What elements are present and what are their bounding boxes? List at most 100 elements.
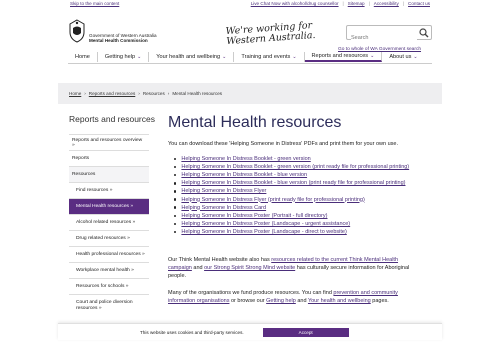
breadcrumb-home[interactable]: Home <box>69 91 81 96</box>
breadcrumb-separator: › <box>167 91 170 96</box>
list-item: Helping Someone In Distress Booklet - gr… <box>174 155 409 163</box>
paragraph-text: or browse our <box>229 298 267 304</box>
paragraph-text: pages. <box>370 298 389 304</box>
sidebar-item-court-police-diversion[interactable]: Court and police diversion resources » <box>69 294 149 316</box>
sidebar-item-reports[interactable]: Reports <box>69 150 149 166</box>
accessibility-link[interactable]: Accessibility <box>374 1 399 6</box>
sidebar-item-overview[interactable]: Reports and resources overview » <box>69 134 149 150</box>
utility-links: Live Chat Now with alcohol/drug counsell… <box>251 1 430 6</box>
resource-link[interactable]: Helping Someone In Distress Flyer <box>181 188 266 194</box>
getting-help-link[interactable]: Getting help <box>266 298 296 304</box>
sitemap-link[interactable]: Sitemap <box>348 1 365 6</box>
nav-label: Your health and wellbeing <box>156 54 221 60</box>
resource-link[interactable]: Helping Someone In Distress Booklet - bl… <box>181 180 405 186</box>
list-item: Helping Someone In Distress Flyer <box>174 187 409 195</box>
sidebar-item-mental-health-resources[interactable]: Mental Health resources » <box>69 198 149 214</box>
bullet-icon <box>174 190 177 193</box>
chevron-down-icon: ⌄ <box>370 53 375 59</box>
resource-link[interactable]: Helping Someone In Distress Booklet - bl… <box>181 172 307 178</box>
breadcrumb-resources[interactable]: Resources <box>143 91 165 96</box>
strong-spirit-strong-mind-link[interactable]: our Strong Spirit Strong Mind website <box>204 265 295 271</box>
cookie-banner: This website uses cookies and third-part… <box>58 323 442 340</box>
logo-text: Government of Western Australia Mental H… <box>89 33 157 43</box>
wa-crest-logo-icon[interactable] <box>68 19 86 43</box>
list-item: Helping Someone In Distress Booklet - bl… <box>174 179 409 187</box>
breadcrumb-reports-resources[interactable]: Reports and resources <box>89 91 135 96</box>
resource-link[interactable]: Helping Someone In Distress Booklet - gr… <box>181 156 310 162</box>
sidebar-item-workplace-mental-health[interactable]: Workplace mental health » <box>69 262 149 278</box>
list-item: Helping Someone In Distress Card <box>174 204 409 212</box>
page-title: Mental Health resources <box>168 114 342 131</box>
accept-cookies-button[interactable]: Accept <box>262 327 349 337</box>
resource-link[interactable]: Helping Someone In Distress Poster (Land… <box>181 229 346 235</box>
logo-line-commission: Mental Health Commission <box>89 38 148 44</box>
chevron-down-icon: ⌄ <box>222 54 227 60</box>
nav-label: Reports and resources <box>311 53 369 59</box>
separator: | <box>342 1 344 6</box>
paragraph-text: and <box>191 265 205 271</box>
breadcrumb: Home › Reports and resources › Resources… <box>69 91 222 96</box>
nav-item-getting-help[interactable]: Getting help ⌄ <box>98 52 150 62</box>
paragraph-text: and <box>295 298 308 304</box>
separator: | <box>368 1 370 6</box>
nav-label: Home <box>75 54 90 60</box>
organisations-paragraph: Many of the organisations we fund produc… <box>168 289 436 305</box>
live-chat-link[interactable]: Live Chat Now with alcohol/drug counsell… <box>251 1 339 6</box>
tagline: We're working for Western Australia. <box>225 20 315 47</box>
breadcrumb-separator: › <box>138 91 140 96</box>
nav-item-training-events[interactable]: Training and events ⌄ <box>234 52 305 62</box>
search-icon[interactable] <box>419 28 429 38</box>
sidebar-title: Reports and resources <box>69 114 155 124</box>
nav-item-about-us[interactable]: About us ⌄ <box>382 52 424 62</box>
resource-link[interactable]: Helping Someone In Distress Card <box>181 205 266 211</box>
breadcrumb-separator: › <box>84 91 86 96</box>
sidebar-item-drug-resources[interactable]: Drug related resources » <box>69 230 149 246</box>
resource-link[interactable]: Helping Someone In Distress Booklet - gr… <box>181 164 409 170</box>
separator: | <box>402 1 405 6</box>
paragraph-text: Many of the organisations we fund produc… <box>168 290 334 296</box>
sidebar-item-alcohol-resources[interactable]: Alcohol related resources » <box>69 214 149 230</box>
chevron-down-icon: ⌄ <box>413 54 418 60</box>
resource-list: Helping Someone In Distress Booklet - gr… <box>174 155 409 236</box>
link-text: campaign <box>168 265 192 271</box>
content-panel: Home › Reports and resources › Resources… <box>58 83 442 348</box>
resource-link[interactable]: Helping Someone In Distress Flyer (print… <box>181 197 364 203</box>
nav-item-health-wellbeing[interactable]: Your health and wellbeing ⌄ <box>149 52 235 62</box>
sidebar: Reports and resources overview » Reports… <box>69 134 149 316</box>
health-wellbeing-link[interactable]: Your health and wellbeing <box>308 298 371 304</box>
paragraph-text: Our Think Mental Health website also has <box>168 257 272 263</box>
nav-label: Getting help <box>104 54 136 60</box>
bullet-icon <box>174 230 177 234</box>
bullet-icon <box>174 165 177 169</box>
bullet-icon <box>174 222 177 225</box>
list-item: Helping Someone In Distress Poster (Land… <box>174 220 409 228</box>
link-text: resources related to the current Think M… <box>271 257 399 263</box>
nav-item-reports-resources[interactable]: Reports and resources ⌄ <box>304 52 383 62</box>
link-text: information organisations <box>168 298 230 304</box>
bullet-icon <box>174 206 177 209</box>
skip-link[interactable]: Skip to the main content <box>70 1 119 6</box>
paragraph-text: has culturally secure information for Ab… <box>295 265 410 271</box>
think-mental-health-paragraph: Our Think Mental Health website also has… <box>168 256 436 280</box>
sidebar-item-resources-schools[interactable]: Resources for schools » <box>69 278 149 294</box>
sidebar-item-resources[interactable]: Resources <box>69 166 149 182</box>
bullet-icon <box>174 157 177 161</box>
contact-us-link[interactable]: Contact us <box>408 1 430 6</box>
bullet-icon <box>174 198 177 201</box>
link-text: prevention and community <box>333 290 398 296</box>
sidebar-item-find-resources[interactable]: Find resources » <box>69 182 149 198</box>
cookie-message: This website uses cookies and third-part… <box>140 329 244 335</box>
site-header: Government of Western Australia Mental H… <box>0 8 500 52</box>
resource-link[interactable]: Helping Someone In Distress Poster (Land… <box>181 221 350 227</box>
breadcrumb-current: Mental Health resources <box>172 91 223 96</box>
search-input[interactable] <box>351 31 417 45</box>
intro-text: You can download these 'Helping Someone … <box>168 141 398 147</box>
main-nav: Home Getting help ⌄ Your health and well… <box>68 50 432 64</box>
sidebar-item-health-professional-resources[interactable]: Health professional resources » <box>69 246 149 262</box>
nav-label: Training and events <box>241 54 291 60</box>
nav-item-home[interactable]: Home <box>68 52 98 62</box>
resource-link[interactable]: Helping Someone In Distress Poster (Port… <box>181 213 327 219</box>
content-area: Reports and resources Reports and resour… <box>58 104 442 348</box>
list-item: Helping Someone In Distress Booklet - gr… <box>174 163 409 171</box>
list-item: Helping Someone In Distress Flyer (print… <box>174 195 409 203</box>
